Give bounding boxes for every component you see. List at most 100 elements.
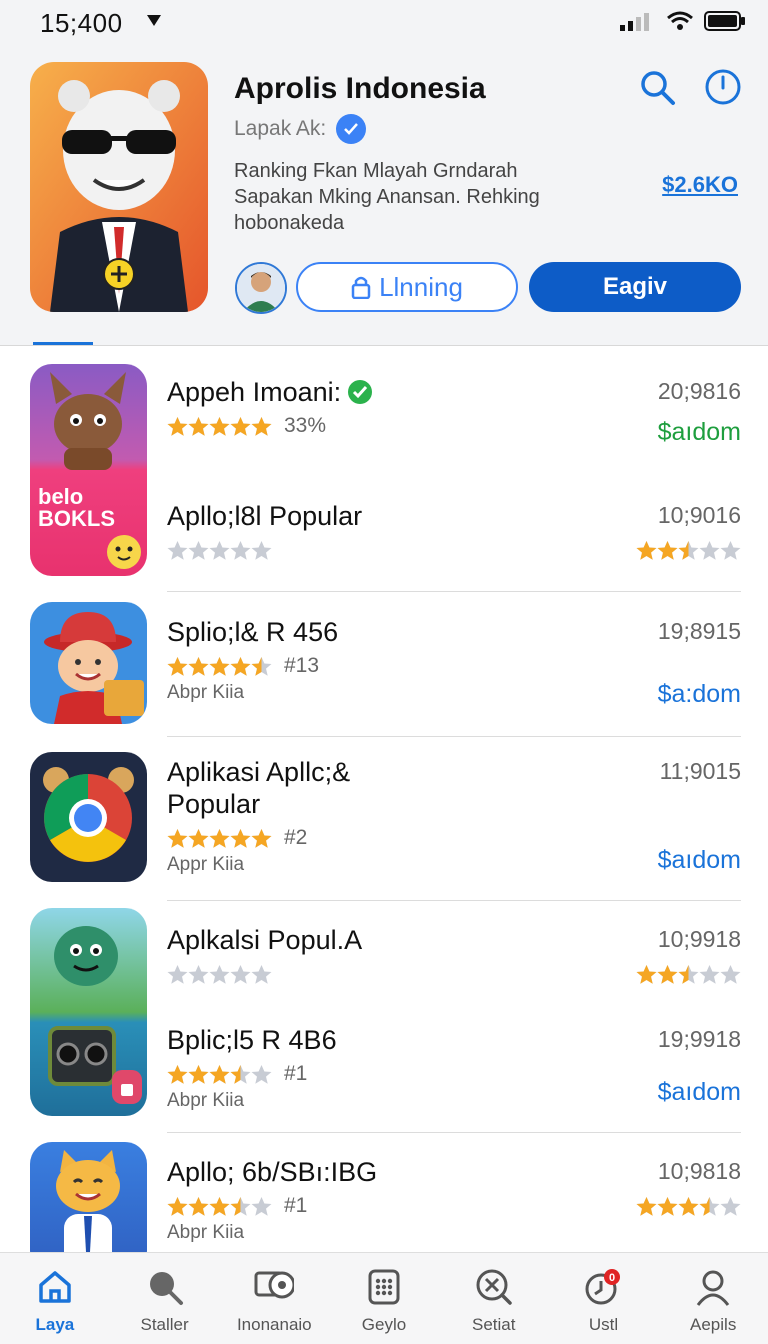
star-empty bbox=[188, 540, 209, 560]
app-date: 10;9016 bbox=[657, 502, 741, 528]
star-empty bbox=[720, 541, 741, 560]
nav-item-geylo[interactable]: Geylo bbox=[329, 1253, 439, 1344]
app-name: Appeh Imoani: bbox=[167, 377, 342, 407]
search-icon[interactable] bbox=[640, 70, 676, 106]
star-empty bbox=[230, 540, 251, 560]
app-name: Splio;l& R 456 bbox=[167, 617, 339, 647]
app-developer: Appr Kiia bbox=[167, 854, 245, 875]
stars-icon bbox=[167, 964, 272, 984]
star-rating: #13 bbox=[167, 654, 741, 678]
close-circle-icon bbox=[476, 1269, 512, 1305]
app-rank: #1 bbox=[284, 1194, 308, 1217]
app-date: 11;9015 bbox=[659, 758, 741, 784]
star-filled bbox=[167, 828, 188, 848]
star-empty bbox=[209, 964, 230, 984]
app-name: Apllo; 6b/SBı:IBG bbox=[167, 1157, 378, 1187]
app-price[interactable]: $a:dom bbox=[658, 680, 741, 709]
app-icon-chrome-bear[interactable] bbox=[30, 752, 147, 882]
featured-app-subtitle: Lapak Ak: bbox=[234, 114, 367, 144]
clock-icon[interactable] bbox=[704, 68, 742, 106]
app-rank: 33% bbox=[284, 414, 327, 437]
nav-item-inonanaio[interactable]: Inonanaio bbox=[219, 1253, 329, 1344]
star-empty bbox=[699, 965, 720, 984]
star-filled bbox=[678, 1197, 699, 1216]
app-row[interactable]: Apllo; 6b/SBı:IBG 10;9818 #1 Abpr Kiia bbox=[167, 1156, 741, 1244]
stars-icon bbox=[636, 1197, 741, 1216]
star-empty bbox=[230, 964, 251, 984]
star-filled bbox=[209, 1064, 230, 1084]
app-name: Aplikasi Apllc;& Popular bbox=[167, 757, 351, 819]
app-date: 10;9918 bbox=[657, 926, 741, 952]
star-empty bbox=[699, 541, 720, 560]
app-price[interactable]: $aıdom bbox=[658, 418, 741, 447]
star-empty bbox=[167, 540, 188, 560]
star-filled bbox=[209, 656, 230, 676]
app-rank: #2 bbox=[284, 826, 308, 849]
star-empty bbox=[720, 965, 741, 984]
star-filled bbox=[230, 416, 251, 436]
app-row[interactable]: Appeh Imoani: 20;9816 33% $aıdom bbox=[167, 376, 741, 446]
stars-icon bbox=[167, 1064, 272, 1084]
star-filled bbox=[209, 1196, 230, 1216]
list-divider bbox=[167, 1132, 741, 1133]
star-filled bbox=[209, 828, 230, 848]
star-empty bbox=[720, 1197, 741, 1216]
stars-icon bbox=[636, 965, 741, 984]
list-divider bbox=[167, 591, 741, 592]
app-row[interactable]: Aplkalsi Popul.A 10;9918 bbox=[167, 924, 741, 986]
star-filled bbox=[167, 656, 188, 676]
app-row[interactable]: Aplikasi Apllc;& Popular 11;9015 #2 Appr… bbox=[167, 756, 741, 876]
llnning-button[interactable]: Llnning bbox=[296, 262, 518, 312]
verified-check-icon bbox=[348, 380, 373, 404]
right-star-rating bbox=[636, 964, 741, 990]
app-developer: Abpr Kiia bbox=[167, 1090, 245, 1111]
star-filled bbox=[657, 965, 678, 984]
eagiv-button[interactable]: Eagiv bbox=[529, 262, 741, 312]
nav-item-staller[interactable]: Staller bbox=[110, 1253, 220, 1344]
nav-label: Staller bbox=[140, 1315, 189, 1334]
star-empty bbox=[209, 540, 230, 560]
nav-item-laya[interactable]: Laya bbox=[0, 1253, 110, 1344]
app-developer: Abpr Kiia bbox=[167, 682, 245, 703]
app-name: Bplic;l5 R 4B6 bbox=[167, 1025, 337, 1055]
app-price[interactable]: $aıdom bbox=[658, 846, 741, 875]
app-name: Aplkalsi Popul.A bbox=[167, 925, 363, 955]
app-row[interactable]: Apllo;l8l Popular 10;9016 bbox=[167, 500, 741, 562]
star-filled bbox=[188, 416, 209, 436]
star-filled bbox=[657, 541, 678, 560]
nav-item-aepils[interactable]: Aepils bbox=[658, 1253, 768, 1344]
app-row[interactable]: Bplic;l5 R 4B6 19;9918 #1 Abpr Kiia $aıd… bbox=[167, 1024, 741, 1112]
nav-label: Inonanaio bbox=[236, 1315, 312, 1334]
app-price[interactable]: $aıdom bbox=[658, 1078, 741, 1107]
developer-avatar[interactable] bbox=[235, 262, 287, 314]
featured-app-price-link[interactable]: $2.6KO bbox=[662, 172, 738, 198]
star-filled bbox=[188, 1196, 209, 1216]
star-empty bbox=[167, 964, 188, 984]
nav-label: Setiat bbox=[471, 1315, 516, 1334]
llnning-button-label: Llnning bbox=[379, 271, 463, 302]
verified-icon bbox=[336, 114, 367, 144]
star-filled bbox=[657, 1197, 678, 1216]
nav-item-setiat[interactable]: Setiat bbox=[439, 1253, 549, 1344]
star-filled bbox=[188, 828, 209, 848]
app-icon-belo-bokls[interactable]: belo BOKLS bbox=[30, 364, 147, 576]
app-date: 10;9818 bbox=[657, 1158, 741, 1184]
app-icon-green-monster[interactable] bbox=[30, 908, 147, 1116]
bottom-nav: Laya Staller Inonanaio Geylo Setiat 0 Us… bbox=[0, 1252, 768, 1344]
app-rank: #13 bbox=[284, 654, 320, 677]
star-empty bbox=[251, 964, 272, 984]
app-icon-splio[interactable] bbox=[30, 602, 147, 724]
person-icon bbox=[696, 1270, 730, 1306]
featured-app-header: Aprolis Indonesia Lapak Ak: Ranking Fkan… bbox=[0, 44, 768, 346]
stars-icon bbox=[167, 540, 272, 560]
right-star-rating bbox=[636, 1196, 741, 1222]
featured-app-icon[interactable] bbox=[30, 62, 208, 312]
app-icon-cat[interactable] bbox=[30, 1142, 147, 1252]
nav-item-ustl[interactable]: 0 Ustl bbox=[549, 1253, 659, 1344]
status-time: 15;400 bbox=[40, 8, 123, 38]
app-row[interactable]: Splio;l& R 456 19;8915 #13 Abpr Kiia $a:… bbox=[167, 616, 741, 708]
app-rank: #1 bbox=[284, 1062, 308, 1085]
star-filled bbox=[251, 416, 272, 436]
nav-badge: 0 bbox=[609, 1272, 615, 1284]
search-icon bbox=[149, 1272, 183, 1305]
